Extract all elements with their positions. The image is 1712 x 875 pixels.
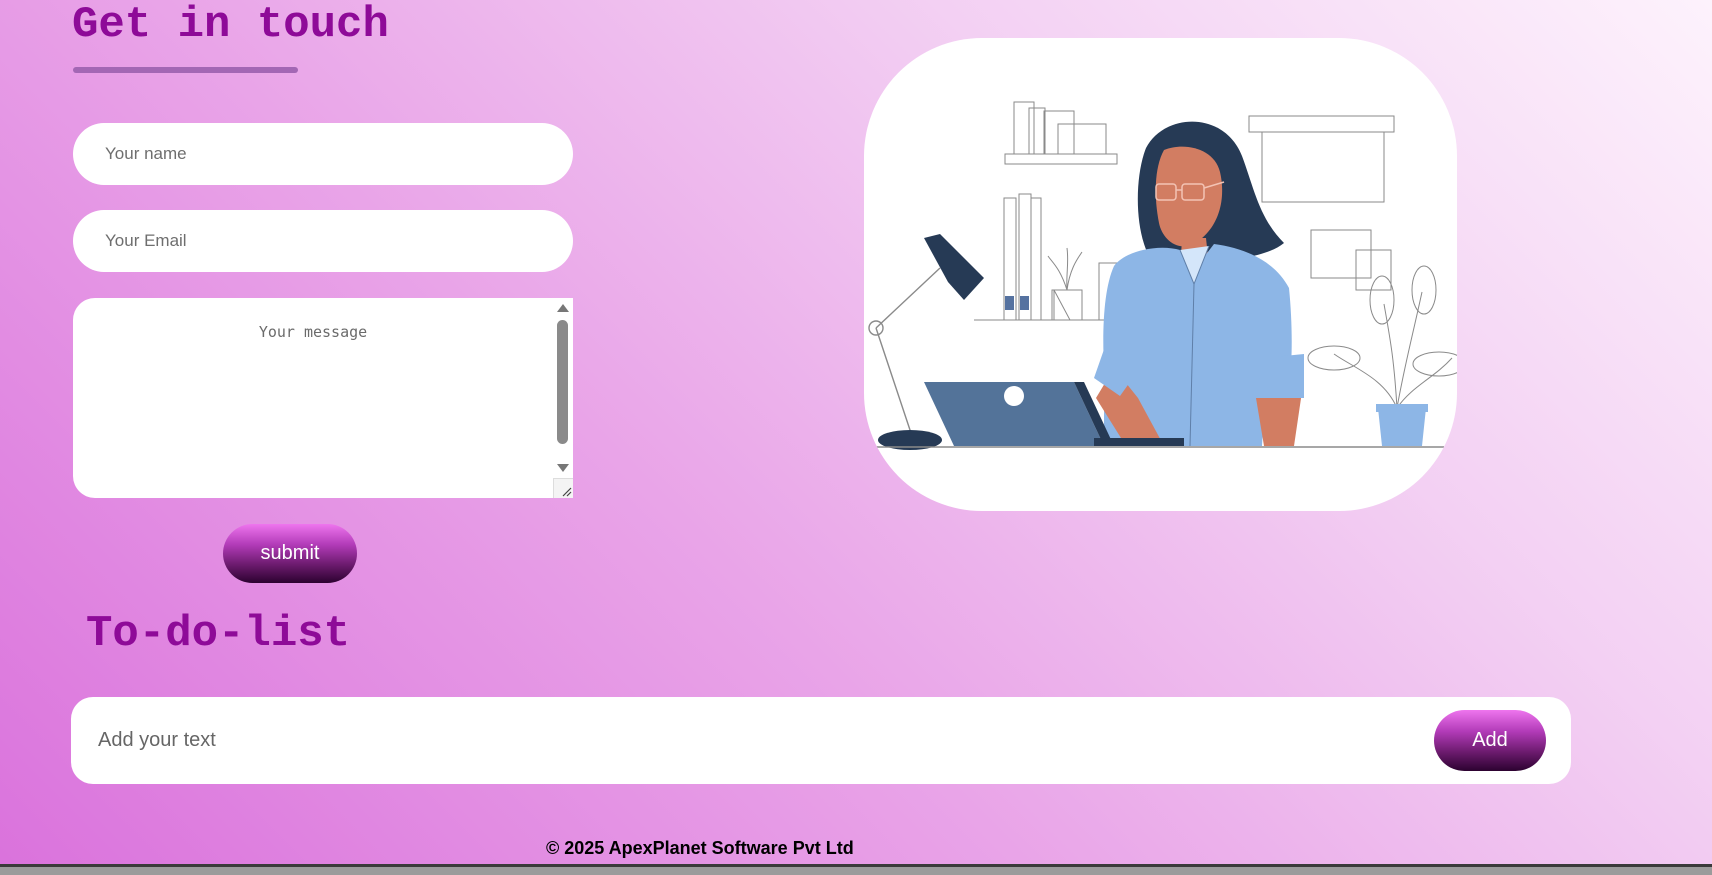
submit-button[interactable]: submit	[223, 524, 357, 583]
todo-bar: Add	[71, 697, 1571, 784]
name-input[interactable]	[73, 123, 573, 185]
scroll-down-arrow-icon[interactable]	[557, 464, 569, 472]
resize-grip-icon[interactable]	[553, 478, 573, 498]
message-box	[73, 298, 573, 498]
footer-copyright: © 2025 ApexPlanet Software Pvt Ltd	[546, 838, 854, 858]
message-textarea[interactable]	[73, 298, 553, 498]
todo-input[interactable]	[71, 697, 1421, 784]
title-underline	[73, 67, 298, 73]
scroll-thumb[interactable]	[557, 320, 568, 444]
horizontal-scrollbar[interactable]	[0, 864, 1712, 875]
todo-title: To-do-list	[86, 609, 351, 659]
add-button[interactable]: Add	[1434, 710, 1546, 771]
woman-laptop-illustration	[864, 38, 1457, 511]
email-input[interactable]	[73, 210, 573, 272]
contact-title: Get in touch	[72, 0, 389, 50]
message-scrollbar[interactable]	[553, 298, 573, 498]
scroll-up-arrow-icon[interactable]	[557, 304, 569, 312]
